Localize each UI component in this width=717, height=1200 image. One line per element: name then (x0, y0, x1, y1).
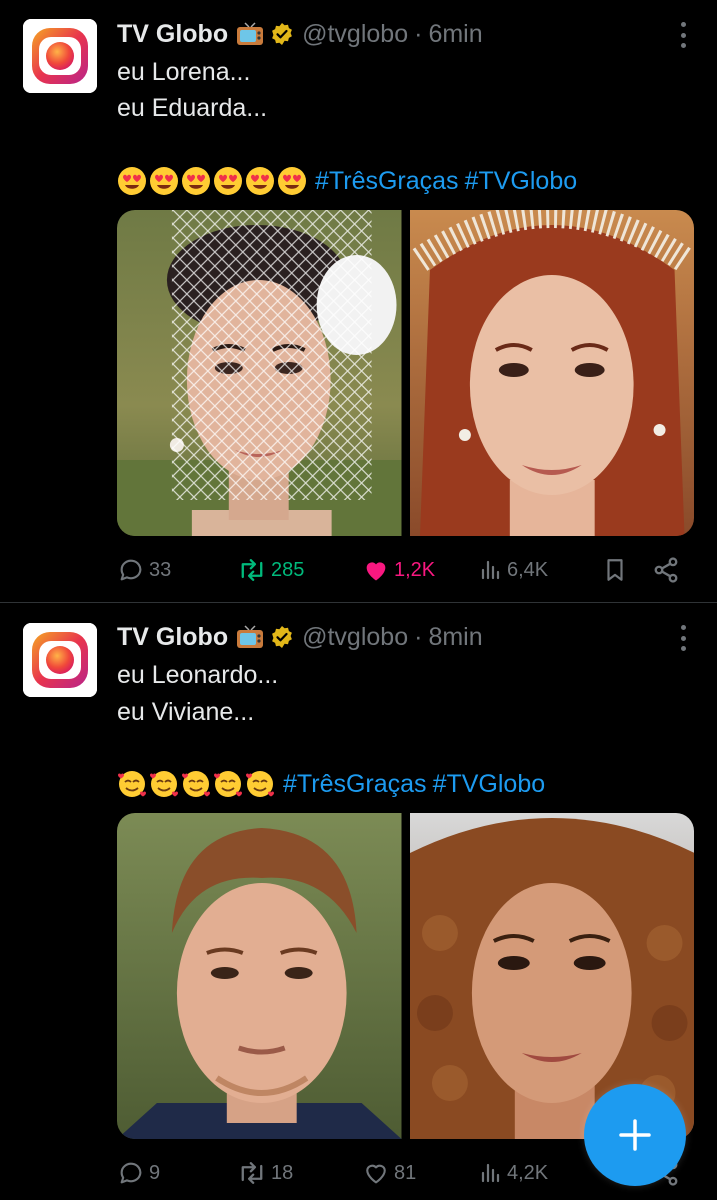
heart-eyes-emoji-icon (182, 167, 210, 195)
heart-eyes-emoji-icon (246, 167, 274, 195)
like-button[interactable]: 1,2K (362, 550, 435, 590)
separator: · (414, 19, 423, 48)
like-count: 81 (394, 1161, 417, 1184)
timestamp[interactable]: 8min (428, 623, 482, 652)
retweet-button[interactable]: 18 (237, 1153, 293, 1193)
media-photo[interactable] (409, 210, 694, 536)
man-photo (117, 813, 402, 1139)
heart-eyes-emoji-icon (214, 167, 242, 195)
reply-button[interactable]: 9 (117, 1153, 160, 1193)
view-count: 4,2K (507, 1161, 549, 1184)
television-emoji-icon (237, 22, 264, 45)
like-count: 1,2K (394, 558, 436, 581)
share-icon (654, 557, 678, 583)
retweet-button[interactable]: 285 (237, 550, 304, 590)
plus-icon (619, 1119, 651, 1151)
television-emoji-icon (237, 625, 264, 648)
view-count: 6,4K (507, 558, 549, 581)
tweet-header: TV Globo @tvglobo · 6min (117, 17, 483, 51)
media-photo[interactable] (117, 210, 402, 536)
heart-eyes-emoji-icon (278, 167, 306, 195)
views-button[interactable]: 6,4K (479, 550, 548, 590)
media-grid (117, 210, 694, 536)
hashtag-link[interactable]: #TrêsGraças (315, 167, 459, 196)
views-icon (481, 560, 500, 580)
retweet-icon (241, 1162, 263, 1184)
bookmark-icon (607, 559, 623, 581)
tweet-text-line: eu Eduarda... (117, 94, 268, 122)
heart-filled-icon (366, 562, 386, 581)
hashtag-link[interactable]: #TVGlobo (465, 167, 578, 196)
reply-icon (120, 1162, 142, 1184)
tweet-header: TV Globo @tvglobo · 8min (117, 620, 483, 654)
retweet-count: 285 (271, 558, 305, 581)
tweet-actions: 33 285 1,2K 6,4K (117, 550, 687, 590)
separator: · (414, 622, 423, 651)
timestamp[interactable]: 6min (428, 20, 482, 49)
tweet-text-line: eu Leonardo... (117, 661, 279, 689)
reply-count: 9 (149, 1161, 161, 1184)
heart-eyes-emoji-icon (118, 167, 146, 195)
tweet[interactable]: TV Globo @tvglobo · 6min eu Lorena... eu… (0, 0, 717, 602)
tweet-text-line: eu Lorena... (117, 58, 251, 86)
share-button[interactable] (652, 550, 684, 590)
media-grid (117, 813, 694, 1139)
smiling-face-with-hearts-emoji-icon (246, 771, 274, 797)
author-handle[interactable]: @tvglobo (302, 20, 408, 49)
globo-logo-icon (23, 19, 97, 93)
smiling-face-with-hearts-emoji-icon (150, 771, 178, 797)
bookmark-button[interactable] (602, 550, 632, 590)
heart-icon (366, 1164, 386, 1184)
tweet-text-line: #TrêsGraças #TVGlobo (117, 766, 545, 802)
reply-button[interactable]: 33 (117, 550, 171, 590)
smiling-face-with-hearts-emoji-icon (182, 771, 210, 797)
more-options-icon[interactable] (679, 22, 687, 48)
author-name[interactable]: TV Globo (117, 20, 228, 49)
tweet-text-line: eu Viviane... (117, 698, 255, 726)
smiling-face-with-hearts-emoji-icon (214, 771, 242, 797)
author-name[interactable]: TV Globo (117, 623, 228, 652)
like-button[interactable]: 81 (362, 1153, 416, 1193)
hashtag-link[interactable]: #TrêsGraças (283, 770, 427, 799)
media-photo[interactable] (117, 813, 402, 1139)
retweet-count: 18 (271, 1161, 294, 1184)
more-options-icon[interactable] (679, 625, 687, 651)
heart-eyes-emoji-icon (150, 167, 178, 195)
verified-badge-icon[interactable] (270, 625, 294, 649)
compose-button[interactable] (584, 1084, 686, 1186)
reply-count: 33 (149, 558, 172, 581)
avatar[interactable] (23, 19, 97, 93)
avatar[interactable] (23, 623, 97, 697)
hashtag-link[interactable]: #TVGlobo (433, 770, 546, 799)
author-handle[interactable]: @tvglobo (302, 623, 408, 652)
woman-veil-photo (117, 210, 402, 536)
views-icon (481, 1163, 500, 1183)
woman-red-hair-photo (409, 210, 694, 536)
globo-logo-icon (23, 623, 97, 697)
retweet-icon (241, 559, 263, 581)
tweet-text-line: #TrêsGraças #TVGlobo (117, 163, 577, 199)
views-button[interactable]: 4,2K (479, 1153, 548, 1193)
verified-badge-icon[interactable] (270, 22, 294, 46)
smiling-face-with-hearts-emoji-icon (118, 771, 146, 797)
reply-icon (120, 559, 142, 581)
